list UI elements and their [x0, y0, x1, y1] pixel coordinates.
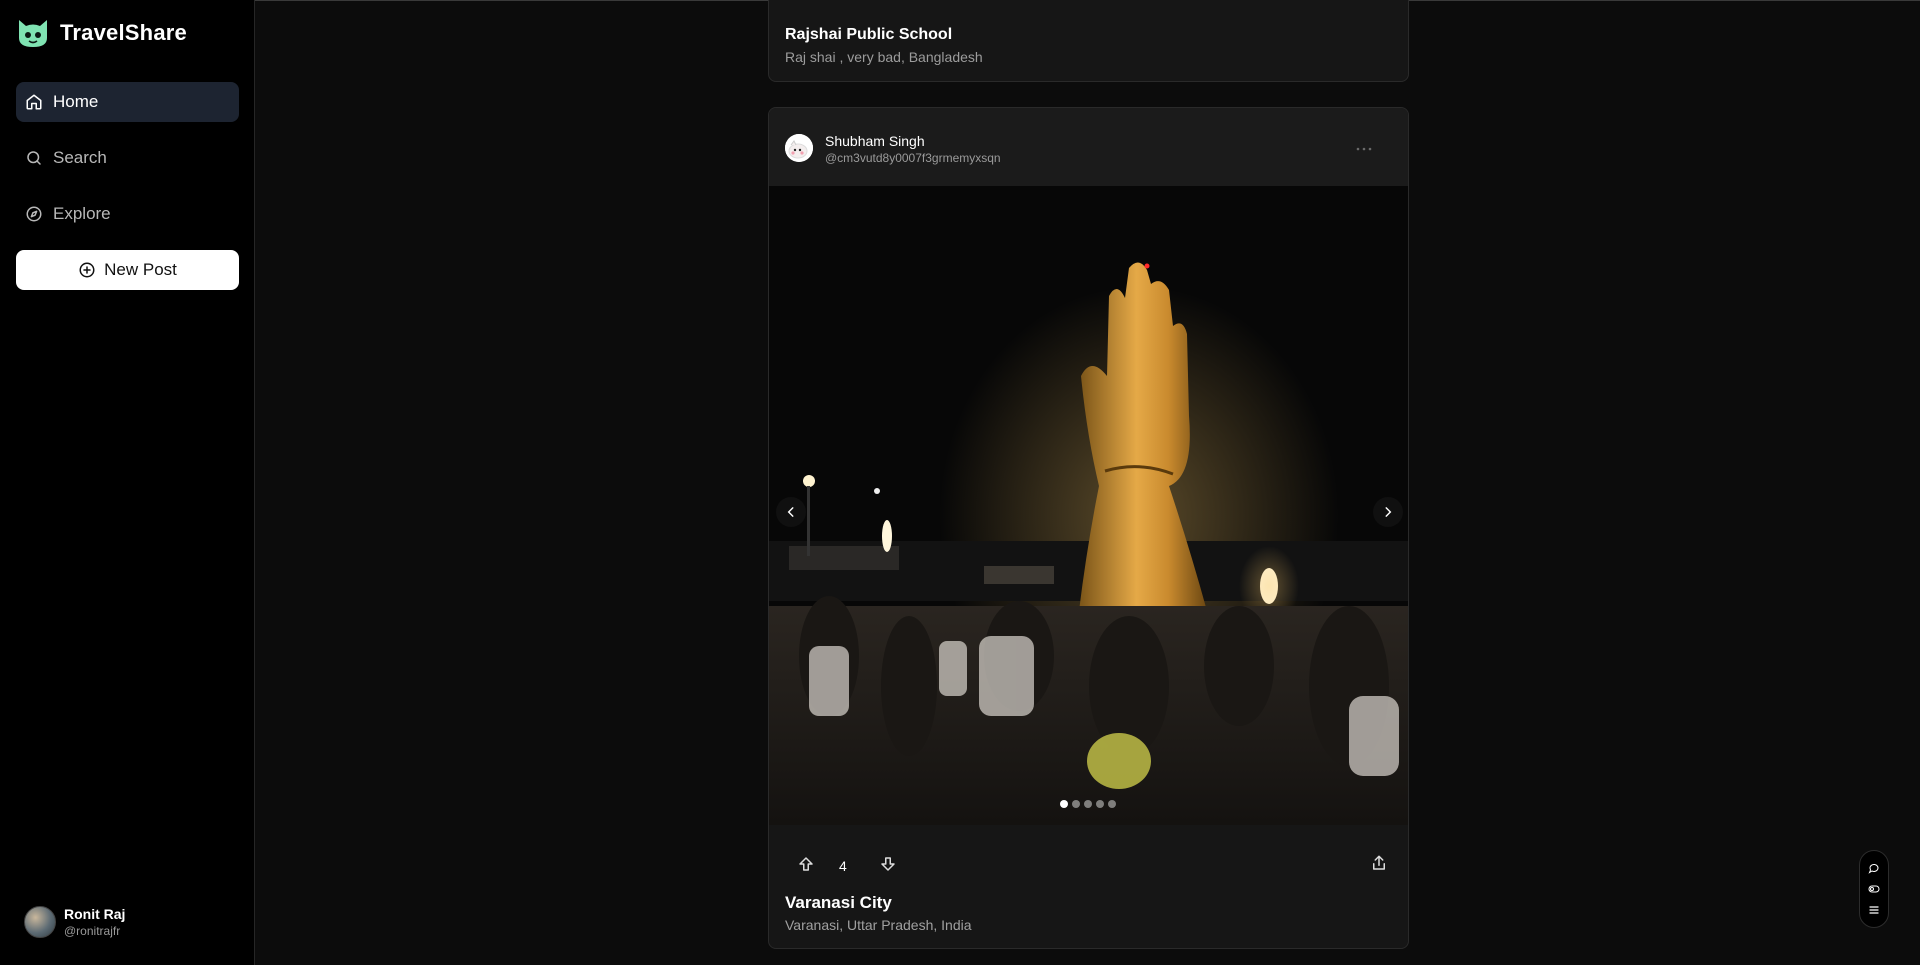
more-options-button[interactable] — [1356, 139, 1372, 157]
carousel-indicators — [1060, 800, 1116, 808]
post-header: Shubham Singh @cm3vutd8y0007f3grmemyxsqn — [769, 108, 1408, 186]
carousel-next-button[interactable] — [1373, 497, 1403, 527]
new-post-button[interactable]: New Post — [16, 250, 239, 290]
carousel-dot[interactable] — [1108, 800, 1116, 808]
brand[interactable]: TravelShare — [16, 18, 187, 48]
nav-home-label: Home — [53, 92, 99, 111]
list-icon[interactable] — [1868, 904, 1880, 916]
search-icon — [27, 151, 41, 165]
post-image-carousel[interactable] — [769, 186, 1408, 825]
post-author-name[interactable]: Shubham Singh — [825, 133, 925, 149]
home-icon — [26, 94, 42, 110]
nav-search-label: Search — [53, 148, 107, 167]
arrow-up-icon — [799, 857, 813, 871]
more-horizontal-icon — [1356, 147, 1372, 151]
downvote-button[interactable] — [879, 855, 897, 878]
author-avatar-image — [785, 134, 813, 162]
nav-home[interactable]: Home — [16, 82, 239, 122]
vote-count: 4 — [839, 858, 847, 874]
sidebar: TravelShare Home Search Explore New Post… — [0, 0, 255, 965]
post-title: Varanasi City — [785, 893, 892, 912]
nav-search[interactable]: Search — [16, 138, 239, 178]
comment-icon[interactable] — [1868, 862, 1880, 874]
plus-circle-icon — [79, 262, 95, 278]
carousel-prev-button[interactable] — [776, 497, 806, 527]
post-actions: 4 Varanasi City Varanasi, Uttar Pradesh,… — [769, 825, 1408, 948]
carousel-dot[interactable] — [1072, 800, 1080, 808]
previous-post-card[interactable]: Rajshai Public School Raj shai , very ba… — [768, 0, 1409, 82]
floating-tool-rail — [1859, 850, 1889, 928]
avatar — [24, 906, 56, 938]
carousel-dot[interactable] — [1060, 800, 1068, 808]
nav-explore-label: Explore — [53, 204, 111, 223]
carousel-dot[interactable] — [1084, 800, 1092, 808]
upvote-button[interactable] — [797, 855, 815, 878]
chevron-right-icon — [1385, 507, 1392, 517]
post-author-avatar[interactable] — [785, 134, 813, 162]
new-post-label: New Post — [104, 260, 177, 279]
user-handle: @ronitrajfr — [64, 924, 121, 938]
chevron-left-icon — [787, 507, 794, 517]
toggle-icon[interactable] — [1868, 883, 1880, 895]
previous-post-location: Raj shai , very bad, Bangladesh — [785, 49, 983, 65]
share-icon — [1373, 855, 1385, 870]
compass-icon — [26, 206, 42, 222]
post-author-handle: @cm3vutd8y0007f3grmemyxsqn — [825, 151, 1001, 165]
post-card: Shubham Singh @cm3vutd8y0007f3grmemyxsqn — [768, 107, 1409, 949]
app-name: TravelShare — [60, 20, 187, 45]
share-button[interactable] — [1370, 854, 1388, 877]
previous-post-title: Rajshai Public School — [785, 26, 953, 43]
nav-explore[interactable]: Explore — [16, 194, 239, 234]
post-photo — [769, 186, 1408, 825]
cat-logo-icon — [19, 20, 47, 47]
carousel-dot[interactable] — [1096, 800, 1104, 808]
arrow-down-icon — [881, 857, 895, 871]
user-profile[interactable]: Ronit Raj @ronitrajfr — [24, 906, 125, 938]
post-location: Varanasi, Uttar Pradesh, India — [785, 917, 972, 933]
user-name: Ronit Raj — [64, 906, 126, 922]
